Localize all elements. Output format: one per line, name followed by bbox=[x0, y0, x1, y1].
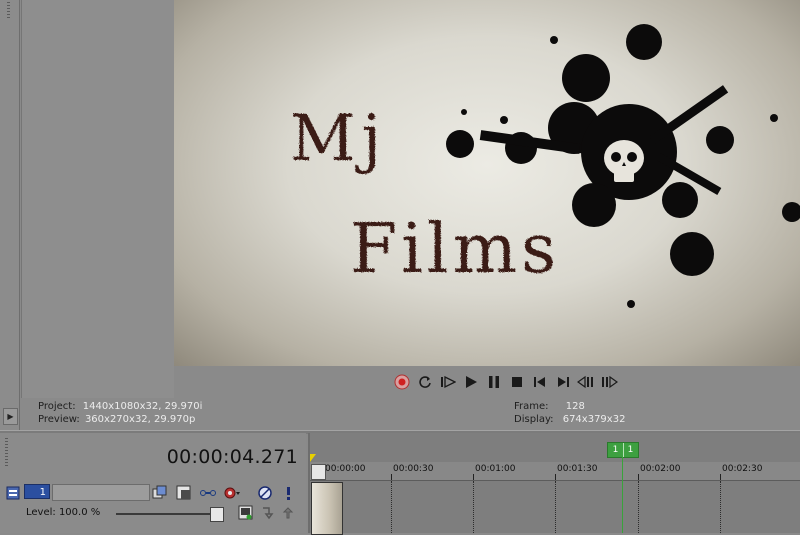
make-compositing-parent-button[interactable] bbox=[279, 504, 296, 521]
video-track-header: 1 Level: 100.0 % bbox=[4, 481, 304, 533]
track-motion-small-button[interactable] bbox=[237, 504, 254, 521]
project-info: Project: 1440x1080x32, 29.970i bbox=[38, 401, 202, 412]
timecode-display: 00:00:04.271 bbox=[166, 446, 298, 468]
loop-region-marker[interactable] bbox=[310, 454, 316, 462]
go-to-end-button[interactable] bbox=[553, 372, 573, 392]
frame-label: Frame: bbox=[514, 401, 549, 412]
track-motion-button[interactable] bbox=[151, 484, 168, 501]
grip-handle-top[interactable] bbox=[7, 2, 10, 20]
ruler-label: 00:00:00 bbox=[325, 464, 366, 474]
ruler-label: 00:01:30 bbox=[557, 464, 598, 474]
grid-line bbox=[555, 481, 556, 533]
title-line-2: Films bbox=[350, 210, 560, 289]
ruler-tick bbox=[720, 474, 721, 480]
ruler-tick bbox=[391, 474, 392, 480]
video-preview: Mj Films bbox=[174, 0, 800, 366]
timeline-marker[interactable]: 1 1 bbox=[607, 442, 639, 458]
stop-icon bbox=[512, 377, 522, 387]
arrow-down-right-icon bbox=[262, 506, 273, 519]
play-icon bbox=[466, 376, 477, 388]
track-name-field[interactable] bbox=[52, 484, 150, 501]
compositing-icon bbox=[199, 489, 216, 496]
timeline-grip-handle[interactable] bbox=[5, 438, 8, 468]
ruler-label: 00:00:30 bbox=[393, 464, 434, 474]
ruler-tick bbox=[555, 474, 556, 480]
ruler-label: 00:02:30 bbox=[722, 464, 763, 474]
level-slider-track[interactable] bbox=[116, 513, 216, 515]
title-text: Mj Films bbox=[290, 102, 560, 289]
expand-panel-arrow-icon[interactable]: ▶ bbox=[3, 408, 18, 425]
frame-value: 128 bbox=[565, 401, 585, 412]
solo-icon bbox=[286, 486, 290, 500]
video-clip-event[interactable] bbox=[311, 482, 343, 535]
display-value: 674x379x32 bbox=[562, 414, 626, 425]
pause-icon bbox=[489, 376, 499, 388]
title-line-1: Mj bbox=[290, 102, 387, 176]
level-label: Level: 100.0 % bbox=[26, 507, 101, 518]
compositing-mode-button[interactable] bbox=[199, 484, 216, 501]
go-to-end-icon bbox=[558, 377, 569, 387]
grid-line bbox=[473, 481, 474, 533]
ruler-tick bbox=[473, 474, 474, 480]
marker-label: 1 bbox=[623, 443, 637, 457]
gear-icon bbox=[224, 487, 240, 498]
track-minimize-button[interactable] bbox=[4, 484, 21, 501]
track-effects-menu-button[interactable] bbox=[223, 484, 240, 501]
record-icon bbox=[394, 374, 410, 390]
preview-label: Preview: bbox=[38, 414, 80, 425]
play-from-start-button[interactable] bbox=[438, 372, 458, 392]
timeline-area[interactable] bbox=[308, 433, 800, 533]
track-fx-button[interactable] bbox=[175, 484, 192, 501]
mute-icon bbox=[257, 485, 272, 500]
loop-playback-button[interactable] bbox=[415, 372, 435, 392]
stop-button[interactable] bbox=[507, 372, 527, 392]
level-slider-thumb[interactable] bbox=[210, 507, 224, 522]
arrow-up-icon bbox=[282, 506, 293, 518]
grid-line bbox=[720, 481, 721, 533]
track-number[interactable]: 1 bbox=[24, 484, 50, 499]
project-value: 1440x1080x32, 29.970i bbox=[82, 401, 203, 412]
marker-label: 1 bbox=[612, 445, 619, 455]
preview-value: 360x270x32, 29.970p bbox=[84, 414, 196, 425]
ruler-label: 00:01:00 bbox=[475, 464, 516, 474]
transport-controls bbox=[392, 372, 619, 392]
play-from-start-icon bbox=[441, 375, 456, 389]
record-button[interactable] bbox=[392, 372, 412, 392]
previous-frame-button[interactable] bbox=[576, 372, 596, 392]
film-icon bbox=[238, 505, 253, 520]
grid-line bbox=[391, 481, 392, 533]
make-compositing-child-button[interactable] bbox=[259, 504, 276, 521]
next-frame-button[interactable] bbox=[599, 372, 619, 392]
track-fx-icon bbox=[176, 485, 191, 500]
left-dock-strip bbox=[0, 0, 20, 430]
go-to-start-icon bbox=[534, 377, 545, 387]
pause-button[interactable] bbox=[484, 372, 504, 392]
playhead-handle[interactable] bbox=[311, 464, 326, 480]
display-info: Display: 674x379x32 bbox=[514, 414, 625, 425]
mute-track-button[interactable] bbox=[256, 484, 273, 501]
go-to-start-button[interactable] bbox=[530, 372, 550, 392]
ruler-label: 00:02:00 bbox=[640, 464, 681, 474]
loop-icon bbox=[419, 376, 431, 388]
left-docked-panel bbox=[21, 0, 174, 398]
time-ruler[interactable]: 00:00:00 00:00:30 00:01:00 00:01:30 00:0… bbox=[310, 462, 800, 481]
next-frame-icon bbox=[602, 375, 618, 389]
preview-info: Preview: 360x270x32, 29.970p bbox=[38, 414, 195, 425]
ruler-tick bbox=[638, 474, 639, 480]
solo-track-button[interactable] bbox=[280, 484, 297, 501]
display-label: Display: bbox=[514, 414, 554, 425]
project-label: Project: bbox=[38, 401, 76, 412]
marker-line bbox=[622, 456, 623, 533]
previous-frame-icon bbox=[577, 375, 593, 389]
track-list-icon bbox=[6, 486, 19, 499]
grid-line bbox=[638, 481, 639, 533]
play-button[interactable] bbox=[461, 372, 481, 392]
frame-info: Frame: 128 bbox=[514, 401, 585, 412]
track-motion-icon bbox=[152, 485, 167, 499]
preview-artwork: Mj Films bbox=[290, 24, 800, 308]
